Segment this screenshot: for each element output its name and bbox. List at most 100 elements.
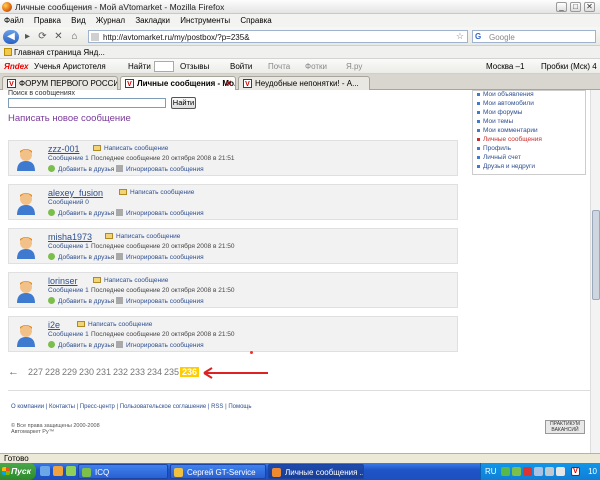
forward-button[interactable]: ▸ bbox=[21, 30, 34, 43]
page-link[interactable]: 227 bbox=[28, 367, 43, 377]
firefox-quicklaunch-icon[interactable] bbox=[53, 466, 63, 476]
tab-close-icon[interactable]: ✕ bbox=[225, 79, 232, 88]
menu-bookmarks[interactable]: Закладки bbox=[131, 14, 174, 25]
web-search-box[interactable]: G Google bbox=[472, 30, 596, 43]
menu-personal-account[interactable]: Личный счет bbox=[477, 154, 521, 161]
add-friend-link[interactable]: Добавить в друзья bbox=[48, 253, 114, 261]
url-bar[interactable]: http://avtomarket.ru/my/postbox/?p=235& … bbox=[88, 30, 468, 43]
page-link[interactable]: 232 bbox=[113, 367, 128, 377]
user-avatar-icon[interactable] bbox=[15, 279, 37, 303]
menu-help[interactable]: Справка bbox=[236, 14, 275, 25]
tab-messages[interactable]: V Личные сообщения - Мо... ✕ bbox=[120, 76, 236, 91]
ignore-messages-link[interactable]: Игнорировать сообщения bbox=[116, 297, 204, 305]
start-button[interactable]: Пуск bbox=[0, 463, 36, 480]
add-friend-link[interactable]: Добавить в друзья bbox=[48, 165, 114, 173]
menu-view[interactable]: Вид bbox=[67, 14, 89, 25]
prev-page-arrow-icon[interactable]: ← bbox=[8, 366, 19, 378]
close-button[interactable]: ✕ bbox=[584, 2, 595, 12]
yandex-reviews[interactable]: Отзывы bbox=[180, 62, 209, 71]
write-message-link[interactable]: Написать сообщение bbox=[105, 233, 180, 240]
yandex-search-input[interactable] bbox=[154, 61, 174, 72]
write-message-link[interactable]: Написать сообщение bbox=[93, 145, 168, 152]
scrollbar-thumb[interactable] bbox=[592, 210, 600, 300]
write-message-link[interactable]: Написать сообщение bbox=[93, 277, 168, 284]
footer-links[interactable]: О компании | Контакты | Пресс-центр | По… bbox=[11, 404, 252, 410]
yandex-aristotle-item[interactable]: Ученья Аристотеля bbox=[34, 62, 106, 71]
menu-friends-foes[interactable]: Друзья и недруги bbox=[477, 163, 535, 170]
thread-username[interactable]: lorinser bbox=[48, 276, 78, 286]
show-desktop-icon[interactable] bbox=[40, 466, 50, 476]
message-count[interactable]: Сообщение 1 bbox=[48, 287, 89, 294]
menu-my-comments[interactable]: Мои комментарии bbox=[477, 127, 538, 134]
yandex-photos[interactable]: Фотки bbox=[305, 62, 327, 71]
thread-username[interactable]: zzz-001 bbox=[48, 144, 80, 154]
message-count[interactable]: Сообщение 1 bbox=[48, 155, 89, 162]
page-link[interactable]: 235 bbox=[164, 367, 179, 377]
tab-forum[interactable]: V ФОРУМ ПЕРВОГО РОССИЙ... bbox=[2, 76, 118, 90]
yandex-mail[interactable]: Почта bbox=[268, 62, 290, 71]
add-friend-link[interactable]: Добавить в друзья bbox=[48, 341, 114, 349]
tab-inconveniences[interactable]: V Неудобные непонятки! - А... bbox=[238, 76, 370, 90]
user-avatar-icon[interactable] bbox=[15, 191, 37, 215]
menu-private-messages[interactable]: Личные сообщения bbox=[477, 136, 542, 143]
page-link[interactable]: 228 bbox=[45, 367, 60, 377]
counter-badge[interactable]: ПРАКТИКУМ ВАКАНСИЙ bbox=[545, 420, 585, 434]
menu-my-topics[interactable]: Мои темы bbox=[476, 118, 513, 125]
menu-tools[interactable]: Инструменты bbox=[176, 14, 234, 25]
home-button[interactable]: ⌂ bbox=[68, 30, 81, 43]
volume-tray-icon[interactable] bbox=[545, 467, 554, 476]
language-indicator[interactable]: RU bbox=[485, 467, 497, 476]
thread-username[interactable]: misha1973 bbox=[48, 232, 92, 242]
traffic-jams[interactable]: Пробки (Мск) 4 bbox=[541, 62, 597, 71]
stop-button[interactable]: ✕ bbox=[52, 30, 65, 43]
ignore-messages-link[interactable]: Игнорировать сообщения bbox=[116, 341, 204, 349]
page-link[interactable]: 233 bbox=[130, 367, 145, 377]
message-search-input[interactable] bbox=[8, 98, 166, 108]
page-scrollbar[interactable] bbox=[590, 90, 600, 453]
back-button[interactable]: ◀ bbox=[3, 30, 19, 44]
write-message-link[interactable]: Написать сообщение bbox=[119, 189, 194, 196]
message-count[interactable]: Сообщений 0 bbox=[48, 199, 89, 206]
user-avatar-icon[interactable] bbox=[15, 323, 37, 347]
google-logo-icon[interactable]: G bbox=[475, 32, 481, 41]
page-link[interactable]: 230 bbox=[79, 367, 94, 377]
menu-history[interactable]: Журнал bbox=[92, 14, 129, 25]
thread-username[interactable]: alexey_fusion bbox=[48, 188, 103, 198]
tray-icon[interactable] bbox=[501, 467, 510, 476]
add-friend-link[interactable]: Добавить в друзья bbox=[48, 209, 114, 217]
quicklaunch-icon[interactable] bbox=[66, 466, 76, 476]
new-message-link[interactable]: Написать новое сообщение bbox=[8, 113, 131, 124]
page-link[interactable]: 234 bbox=[147, 367, 162, 377]
thread-username[interactable]: i2e bbox=[48, 320, 60, 330]
message-count[interactable]: Сообщение 1 bbox=[48, 243, 89, 250]
user-avatar-icon[interactable] bbox=[15, 235, 37, 259]
menu-file[interactable]: Файл bbox=[0, 14, 28, 25]
tray-icon[interactable] bbox=[556, 467, 565, 476]
menu-my-cars[interactable]: Мои автомобили bbox=[477, 100, 534, 107]
menu-profile[interactable]: Профиль bbox=[476, 145, 511, 152]
page-link[interactable]: 229 bbox=[62, 367, 77, 377]
message-search-button[interactable]: Найти bbox=[171, 97, 196, 109]
add-friend-link[interactable]: Добавить в друзья bbox=[48, 297, 114, 305]
url-text[interactable]: http://avtomarket.ru/my/postbox/?p=235& bbox=[103, 33, 250, 42]
yandex-find-button[interactable]: Найти bbox=[128, 62, 151, 71]
task-firefox[interactable]: Личные сообщения ... bbox=[268, 464, 364, 479]
task-chat[interactable]: Сергей GT-Service bbox=[170, 464, 266, 479]
bookmark-star-icon[interactable]: ☆ bbox=[456, 31, 464, 42]
minimize-button[interactable]: _ bbox=[556, 2, 567, 12]
menu-edit[interactable]: Правка bbox=[30, 14, 65, 25]
user-avatar-icon[interactable] bbox=[15, 147, 37, 171]
network-tray-icon[interactable] bbox=[534, 467, 543, 476]
avtomarket-tray-icon[interactable]: V bbox=[571, 467, 580, 476]
bookmark-yandex-home[interactable]: Главная страница Янд... bbox=[4, 47, 105, 57]
write-message-link[interactable]: Написать сообщение bbox=[77, 321, 152, 328]
message-count[interactable]: Сообщение 1 bbox=[48, 331, 89, 338]
yandex-logo[interactable]: Яndex bbox=[4, 62, 29, 71]
weather-city[interactable]: Москва –1 bbox=[486, 62, 524, 71]
maximize-button[interactable]: □ bbox=[570, 2, 581, 12]
ignore-messages-link[interactable]: Игнорировать сообщения bbox=[116, 253, 204, 261]
ignore-messages-link[interactable]: Игнорировать сообщения bbox=[116, 209, 204, 217]
task-icq[interactable]: ICQ bbox=[78, 464, 168, 479]
reload-button[interactable]: ⟳ bbox=[36, 30, 49, 43]
icq-tray-icon[interactable] bbox=[512, 467, 521, 476]
